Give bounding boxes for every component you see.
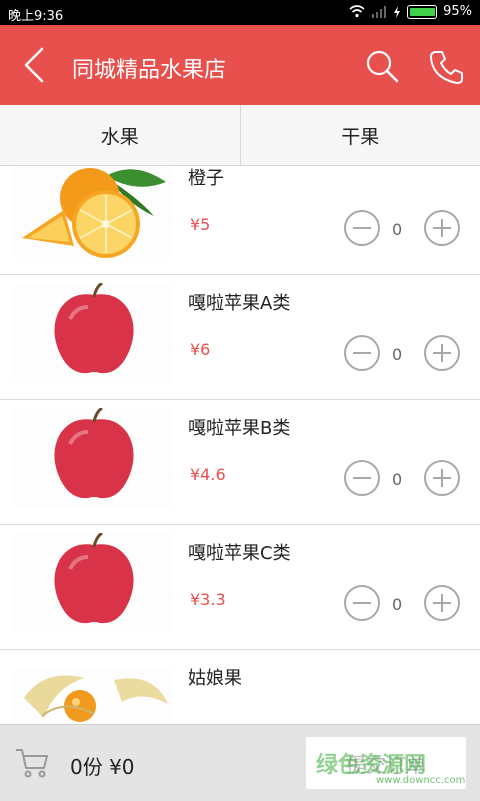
list-item[interactable]: 橙子 ¥5 0	[0, 166, 480, 275]
item-quantity: 0	[392, 220, 402, 239]
watermark-url: www.downcc.com	[376, 775, 465, 786]
apple-image	[14, 408, 173, 508]
orange-image	[14, 166, 173, 258]
cart-bar: 0份 ¥0 提交订单 绿色资源网 www.downcc.com	[0, 724, 480, 801]
item-quantity: 0	[392, 470, 402, 489]
apple-image	[14, 283, 173, 383]
increase-button[interactable]	[424, 210, 460, 246]
item-name: 嘎啦苹果C类	[188, 539, 291, 565]
apple-image	[14, 533, 173, 633]
status-icons: 95%	[349, 4, 472, 19]
battery-percent: 95%	[443, 4, 472, 19]
signal-icon	[371, 6, 387, 18]
decrease-button[interactable]	[344, 335, 380, 371]
cart-icon[interactable]	[14, 747, 50, 779]
item-name: 橙子	[188, 166, 224, 190]
list-item[interactable]: 嘎啦苹果A类 ¥6 0	[0, 275, 480, 400]
decrease-button[interactable]	[344, 210, 380, 246]
item-name: 姑娘果	[188, 664, 242, 690]
phone-icon[interactable]	[426, 47, 466, 87]
battery-icon	[407, 5, 437, 19]
item-name: 嘎啦苹果B类	[188, 414, 290, 440]
item-price: ¥4.6	[190, 465, 226, 484]
charging-icon	[393, 6, 401, 18]
item-price: ¥6	[190, 340, 210, 359]
item-price: ¥3.3	[190, 590, 226, 609]
item-quantity: 0	[392, 595, 402, 614]
list-item[interactable]: 姑娘果	[0, 650, 480, 724]
tab-dried-fruit[interactable]: 干果	[240, 105, 480, 165]
top-bar: 同城精品水果店	[0, 25, 480, 105]
status-bar: 晚上9:36 95%	[0, 0, 480, 25]
decrease-button[interactable]	[344, 460, 380, 496]
item-name: 嘎啦苹果A类	[188, 289, 290, 315]
decrease-button[interactable]	[344, 585, 380, 621]
status-time: 晚上9:36	[8, 5, 63, 24]
category-tabs: 水果 干果	[0, 105, 480, 166]
cart-summary: 0份 ¥0	[70, 751, 135, 780]
physalis-image	[14, 668, 173, 724]
tab-fruit[interactable]: 水果	[0, 105, 240, 165]
item-quantity: 0	[392, 345, 402, 364]
product-list[interactable]: 橙子 ¥5 0 嘎啦苹果A类 ¥6 0 嘎啦苹果B类 ¥4.6 0 嘎啦苹果C类…	[0, 166, 480, 724]
item-price: ¥5	[190, 215, 210, 234]
list-item[interactable]: 嘎啦苹果C类 ¥3.3 0	[0, 525, 480, 650]
increase-button[interactable]	[424, 585, 460, 621]
increase-button[interactable]	[424, 460, 460, 496]
search-icon[interactable]	[362, 47, 402, 87]
list-item[interactable]: 嘎啦苹果B类 ¥4.6 0	[0, 400, 480, 525]
wifi-icon	[349, 5, 365, 18]
page-title: 同城精品水果店	[72, 52, 226, 84]
increase-button[interactable]	[424, 335, 460, 371]
back-icon[interactable]	[16, 45, 56, 85]
